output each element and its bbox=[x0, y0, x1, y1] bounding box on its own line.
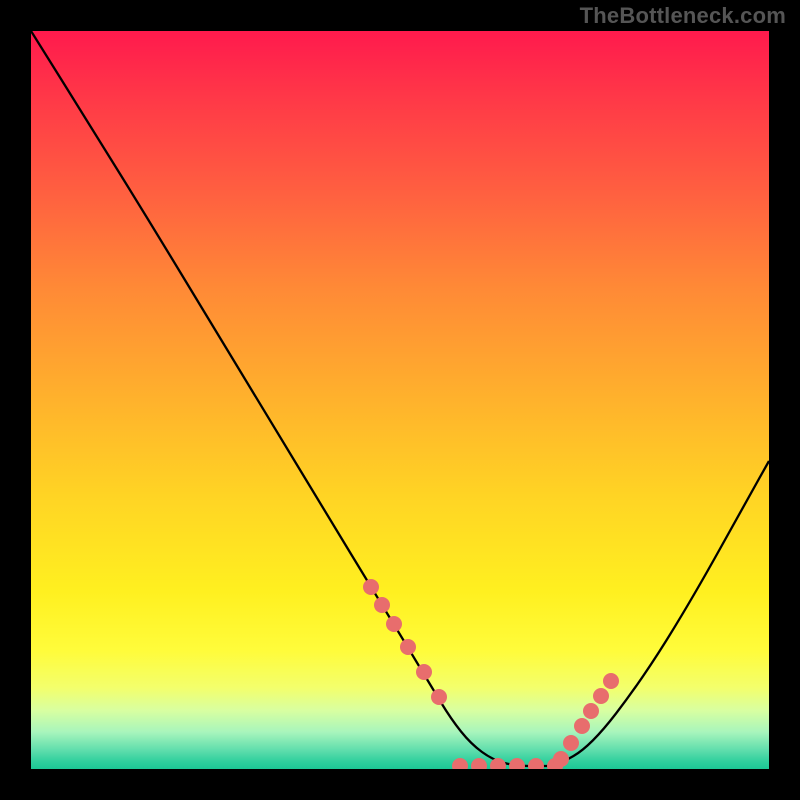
valley-marker-dot bbox=[528, 758, 544, 769]
bottleneck-curve bbox=[31, 31, 769, 766]
valley-marker-dot bbox=[471, 758, 487, 769]
valley-marker-dot bbox=[593, 688, 609, 704]
valley-marker-dot bbox=[386, 616, 402, 632]
valley-marker-dot bbox=[400, 639, 416, 655]
valley-marker-dot bbox=[431, 689, 447, 705]
valley-marker-dot bbox=[553, 751, 569, 767]
valley-marker-dot bbox=[574, 718, 590, 734]
plot-area bbox=[31, 31, 769, 769]
valley-marker-dot bbox=[583, 703, 599, 719]
watermark-text: TheBottleneck.com bbox=[580, 3, 786, 29]
chart-container: TheBottleneck.com bbox=[0, 0, 800, 800]
valley-marker-dot bbox=[509, 758, 525, 769]
valley-marker-dot bbox=[452, 758, 468, 769]
valley-markers bbox=[363, 579, 619, 769]
curve-svg bbox=[31, 31, 769, 769]
valley-marker-dot bbox=[563, 735, 579, 751]
valley-marker-dot bbox=[603, 673, 619, 689]
valley-marker-dot bbox=[363, 579, 379, 595]
valley-marker-dot bbox=[416, 664, 432, 680]
valley-marker-dot bbox=[374, 597, 390, 613]
